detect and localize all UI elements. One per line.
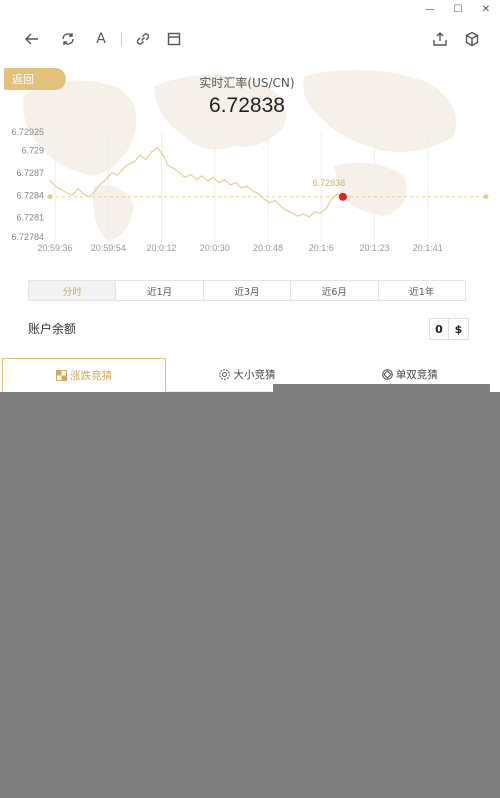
y-tick-label: 6.72784	[11, 232, 44, 242]
right-end-dot	[483, 194, 489, 200]
x-tick-label: 20:1:6	[309, 243, 334, 253]
tab-rise-fall-guess[interactable]: 涨跌竞猜	[2, 358, 167, 392]
x-tick-label: 20:0:12	[146, 243, 176, 253]
maximize-button[interactable]: ☐	[444, 0, 472, 18]
minimize-button[interactable]: —	[416, 0, 444, 18]
tab-1-year[interactable]: 近1年	[378, 281, 466, 300]
y-tick-label: 6.72925	[11, 127, 44, 137]
balance-currency: $	[454, 322, 463, 336]
current-value-marker	[338, 192, 347, 201]
rate-series-line	[49, 146, 344, 218]
left-end-dot	[47, 194, 53, 200]
arrow-left-icon[interactable]	[23, 30, 41, 48]
diamond-icon	[382, 369, 393, 380]
balance-amount: 0	[430, 319, 449, 339]
tab-3-months[interactable]: 近3月	[203, 281, 292, 300]
x-tick-label: 20:59:54	[91, 243, 126, 253]
x-tick-label: 20:1:41	[413, 243, 443, 253]
rate-value: 6.72838	[209, 94, 285, 117]
rate-title: 实时汇率(US/CN)	[199, 76, 295, 90]
tab-label: 单双竞猜	[395, 369, 438, 381]
tab-label: 涨跌竞猜	[70, 370, 113, 382]
link-icon[interactable]	[134, 30, 152, 48]
y-tick-label: 6.729	[21, 146, 44, 156]
x-tick-label: 20:0:30	[200, 243, 230, 253]
modal-backdrop[interactable]	[0, 392, 500, 798]
grid-icon	[56, 370, 68, 381]
balance-box: 0 $	[429, 318, 469, 340]
close-button[interactable]: ✕	[472, 0, 500, 18]
exchange-rate-chart: 6.72925 6.729 6.7287 6.7284 6.7281 6.72784 20…	[11, 127, 489, 253]
y-tick-label: 6.7281	[16, 213, 44, 223]
balance-label: 账户余额	[28, 322, 77, 336]
share-icon[interactable]	[431, 30, 449, 48]
x-tick-label: 20:59:36	[37, 243, 72, 253]
refresh-icon[interactable]	[59, 30, 77, 48]
tab-intraday[interactable]: 分时	[29, 281, 117, 300]
rate-card: 返回 实时汇率(US/CN) 6.72838 6.72925 6.729 6.728…	[4, 56, 490, 352]
cube-icon[interactable]	[463, 30, 481, 48]
window-controls: — ☐ ✕	[416, 0, 500, 18]
toolbar: A	[0, 24, 500, 54]
tab-label: 大小竞猜	[233, 369, 276, 381]
current-value-label: 6.72838	[313, 178, 346, 188]
toolbar-divider	[121, 32, 122, 46]
flower-icon	[219, 369, 231, 380]
layout-icon[interactable]	[165, 30, 183, 48]
period-tabs: 分时 近1月 近3月 近6月 近1年	[28, 280, 466, 301]
y-tick-label: 6.7287	[16, 168, 44, 178]
tab-1-month[interactable]: 近1月	[116, 281, 204, 300]
tab-6-months[interactable]: 近6月	[291, 281, 379, 300]
x-tick-label: 20:1:23	[359, 243, 389, 253]
y-tick-label: 6.7284	[16, 190, 44, 200]
x-tick-label: 20:0:48	[253, 243, 283, 253]
text-size-icon[interactable]: A	[92, 30, 110, 48]
